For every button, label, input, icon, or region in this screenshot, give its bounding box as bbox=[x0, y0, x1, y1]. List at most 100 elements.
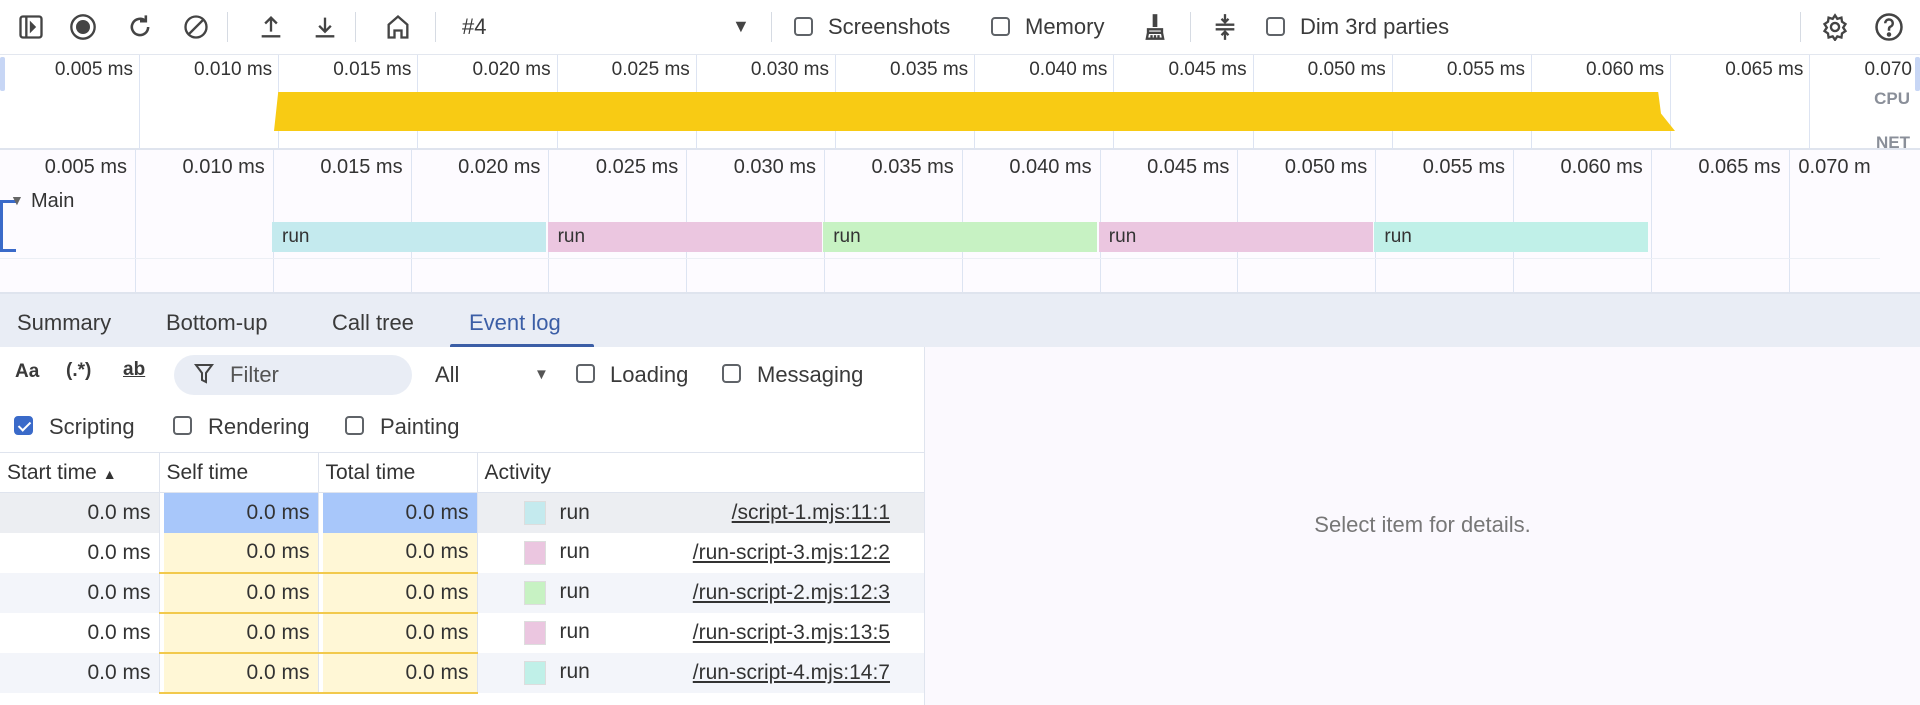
match-case-button[interactable]: Aa bbox=[15, 361, 39, 383]
total-time-cell: 0.0 ms bbox=[318, 572, 478, 614]
activity-name: run bbox=[559, 500, 590, 524]
timeline-tick-label: 0.065 ms bbox=[1698, 156, 1781, 178]
flame-event-run[interactable]: run bbox=[823, 222, 1098, 252]
timeline-tick-label: 0.005 ms bbox=[44, 156, 127, 178]
help-icon[interactable] bbox=[1874, 12, 1904, 42]
level-select[interactable]: All ▼ bbox=[430, 355, 556, 395]
category-color-swatch bbox=[523, 540, 546, 565]
overview-right-handle[interactable] bbox=[1915, 57, 1920, 91]
whole-word-button[interactable]: ab bbox=[123, 359, 145, 381]
total-time-cell: 0.0 ms bbox=[318, 612, 478, 654]
column-header-self-time[interactable]: Self time bbox=[159, 452, 319, 493]
memory-checkbox[interactable] bbox=[991, 17, 1010, 36]
memory-label: Memory bbox=[1025, 14, 1105, 39]
activity-name: run bbox=[559, 540, 590, 564]
start-time-cell: 0.0 ms bbox=[0, 572, 160, 613]
tab-summary[interactable]: Summary bbox=[17, 310, 111, 336]
timeline-tick-label: 0.020 ms bbox=[458, 156, 541, 178]
upload-icon[interactable] bbox=[256, 12, 286, 42]
chevron-down-icon: ▼ bbox=[732, 16, 750, 36]
loading-checkbox[interactable] bbox=[576, 364, 595, 383]
timeline-tick-label: 0.055 ms bbox=[1422, 156, 1505, 178]
overview-tick-label: 0.045 ms bbox=[1168, 59, 1247, 80]
painting-label: Painting bbox=[380, 414, 460, 439]
tab-call-tree[interactable]: Call tree bbox=[332, 310, 414, 336]
column-header-total-time[interactable]: Total time bbox=[318, 452, 478, 493]
start-time-cell: 0.0 ms bbox=[0, 612, 160, 653]
grid-line bbox=[1670, 55, 1672, 150]
start-time-cell: 0.0 ms bbox=[0, 532, 160, 573]
event-log-table: Start time ▲ Self time Total time Activi… bbox=[0, 452, 925, 694]
flame-event-run[interactable]: run bbox=[272, 222, 546, 252]
toggle-sidebar-icon[interactable] bbox=[16, 12, 46, 42]
start-time-cell: 0.0 ms bbox=[0, 492, 160, 533]
overview-tick-label: 0.060 ms bbox=[1586, 59, 1665, 80]
overview-tick-label: 0.030 ms bbox=[750, 59, 829, 80]
category-color-swatch bbox=[523, 620, 546, 645]
category-color-swatch bbox=[523, 660, 546, 685]
overview-left-handle[interactable] bbox=[0, 57, 5, 91]
timeline-tick-label: 0.030 ms bbox=[733, 156, 816, 178]
category-color-swatch bbox=[523, 580, 546, 605]
tab-event-log[interactable]: Event log bbox=[469, 310, 561, 336]
rendering-checkbox[interactable] bbox=[173, 416, 192, 435]
column-header-start-time[interactable]: Start time ▲ bbox=[0, 452, 160, 493]
filter-input[interactable]: Filter bbox=[174, 355, 412, 395]
activity-cell: run/script-1.mjs:11:1 bbox=[477, 492, 925, 533]
source-link[interactable]: /run-script-2.mjs:12:3 bbox=[693, 581, 890, 605]
activity-cell: run/run-script-4.mjs:14:7 bbox=[477, 652, 925, 693]
loading-label: Loading bbox=[610, 362, 689, 387]
main-track-label[interactable]: Main bbox=[31, 190, 74, 213]
table-row[interactable]: 0.0 ms 0.0 ms 0.0 ms run/run-script-3.mjs:1… bbox=[0, 532, 925, 574]
source-link[interactable]: /run-script-3.mjs:13:5 bbox=[693, 621, 890, 645]
timeline-tick-label: 0.045 ms bbox=[1147, 156, 1230, 178]
flame-event-run[interactable]: run bbox=[547, 222, 822, 252]
recording-select[interactable]: #4 ▼ bbox=[450, 10, 760, 44]
activity-name: run bbox=[559, 660, 590, 684]
source-link[interactable]: /run-script-3.mjs:12:2 bbox=[693, 541, 890, 565]
filter-placeholder: Filter bbox=[230, 362, 279, 387]
scripting-label: Scripting bbox=[49, 414, 135, 439]
table-row[interactable]: 0.0 ms 0.0 ms 0.0 ms run/run-script-3.mjs:1… bbox=[0, 612, 925, 654]
grid-line bbox=[139, 55, 140, 150]
self-time-cell: 0.0 ms bbox=[159, 652, 319, 694]
table-row[interactable]: 0.0 ms 0.0 ms 0.0 ms run/run-script-4.mjs:1… bbox=[0, 652, 925, 694]
overview-tick-label: 0.010 ms bbox=[194, 59, 273, 80]
source-link[interactable]: /script-1.mjs:11:1 bbox=[732, 501, 890, 525]
overview-tick-label: 0.050 ms bbox=[1307, 59, 1386, 80]
table-row[interactable]: 0.0 ms 0.0 ms 0.0 ms run/script-1.mjs:11:1 bbox=[0, 492, 925, 533]
collapse-icon[interactable] bbox=[1210, 12, 1240, 42]
garbage-collect-broom-icon[interactable] bbox=[1140, 12, 1170, 42]
painting-checkbox[interactable] bbox=[345, 416, 364, 435]
timeline-tick-label: 0.010 ms bbox=[182, 156, 265, 178]
messaging-checkbox[interactable] bbox=[722, 364, 741, 383]
flame-event-run[interactable]: run bbox=[1098, 222, 1373, 252]
self-time-cell: 0.0 ms bbox=[159, 612, 319, 654]
total-time-cell: 0.0 ms bbox=[318, 652, 478, 694]
timeline-tick-label: 0.050 ms bbox=[1284, 156, 1368, 178]
details-tabs: Summary Bottom-up Call tree Event log bbox=[0, 292, 1920, 348]
overview-tick-label: 0.065 ms bbox=[1725, 59, 1804, 80]
flame-event-run[interactable]: run bbox=[1374, 222, 1649, 252]
source-link[interactable]: /run-script-4.mjs:14:7 bbox=[693, 661, 890, 685]
regex-button[interactable]: (.*) bbox=[66, 360, 91, 382]
home-icon[interactable] bbox=[383, 12, 413, 42]
settings-gear-icon[interactable] bbox=[1820, 12, 1850, 42]
recording-select-value: #4 bbox=[462, 14, 487, 39]
expand-triangle-icon[interactable]: ▼ bbox=[10, 192, 24, 208]
record-icon[interactable] bbox=[68, 12, 98, 42]
timeline-overview[interactable]: 0.005 ms 0.010 ms 0.015 ms 0.020 ms 0.025 ms… bbox=[0, 55, 1920, 152]
download-icon[interactable] bbox=[310, 12, 340, 42]
dim-3rd-parties-checkbox[interactable] bbox=[1266, 17, 1285, 36]
reload-icon[interactable] bbox=[125, 12, 155, 42]
screenshots-checkbox[interactable] bbox=[794, 17, 813, 36]
table-row[interactable]: 0.0 ms 0.0 ms 0.0 ms run/run-script-2.mjs:1… bbox=[0, 572, 925, 614]
main-track[interactable]: 0.005 ms 0.010 ms 0.015 ms 0.020 ms 0.025 ms… bbox=[0, 150, 1920, 292]
grid-line bbox=[1788, 150, 1790, 292]
scripting-checkbox[interactable] bbox=[14, 416, 33, 435]
column-header-activity[interactable]: Activity bbox=[477, 452, 925, 493]
clear-icon[interactable] bbox=[181, 12, 211, 42]
tab-bottom-up[interactable]: Bottom-up bbox=[166, 310, 268, 336]
overview-tick-label: 0.055 ms bbox=[1446, 59, 1525, 80]
timeline-tick-label: 0.015 ms bbox=[320, 156, 403, 178]
